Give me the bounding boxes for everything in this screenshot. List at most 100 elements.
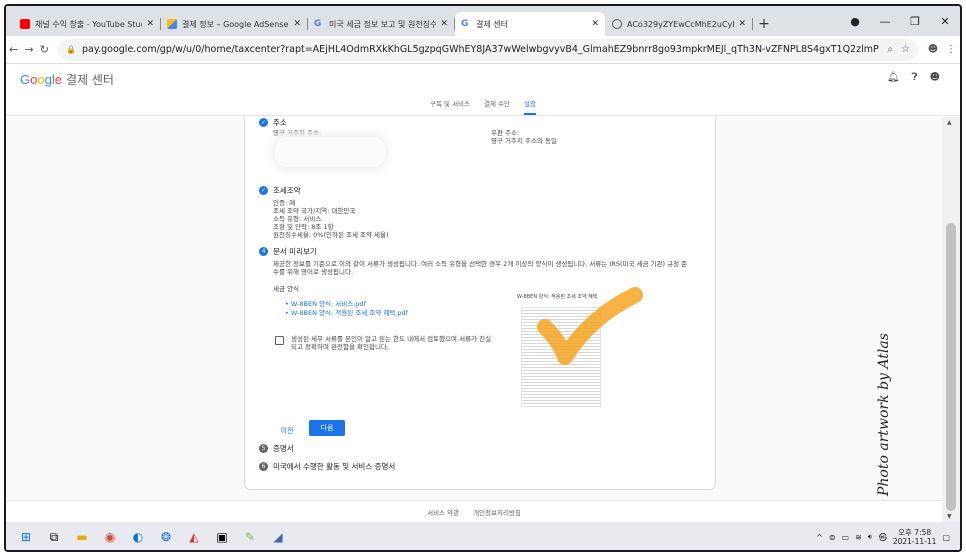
step-tax-treaty[interactable]: ✓ 조세조약 xyxy=(259,185,301,196)
help-icon[interactable]: ❓︎ xyxy=(912,72,918,83)
address-bar[interactable]: 🔒 pay.google.com/gp/w/u/0/home/taxcenter… xyxy=(57,38,918,61)
step-number: 6 xyxy=(259,462,268,471)
app-icon[interactable]: ❂ xyxy=(154,526,178,548)
lock-icon[interactable]: 🔒 xyxy=(66,45,76,54)
url-text: pay.google.com/gp/w/u/0/home/taxcenter?r… xyxy=(81,44,879,55)
taskbar: ⊞ ⧉ ▬ ◉ ◐ ❂ ◭ ▣ ✎ ◢ ^ ⊜ ▭ ≋ 🔉︎ ㉿ 오후 7:58… xyxy=(6,522,960,550)
adsense-icon xyxy=(167,19,177,29)
app-icon[interactable]: ◭ xyxy=(182,526,206,548)
close-icon[interactable]: ✕ xyxy=(738,19,746,29)
redacted-address xyxy=(275,137,385,167)
tax-form-card: ✓ 주소 영구 거주지 주소: 우편 주소: 영구 거주지 주소와 동일 ✓ 조… xyxy=(244,117,716,490)
forward-icon[interactable]: → xyxy=(21,43,36,56)
volume-icon[interactable]: 🔉︎ xyxy=(868,532,873,542)
step-title: 주소 xyxy=(273,118,287,127)
prev-button[interactable]: 이전 xyxy=(275,424,299,438)
system-tray: ^ ⊜ ▭ ≋ 🔉︎ ㉿ 오후 7:58 2021-11-11 ▢ xyxy=(816,522,950,550)
tab-label: 결제 센터 xyxy=(476,19,508,29)
tab-label: 미국 세금 정보 보고 및 원천징수 xyxy=(329,19,437,29)
battery-icon[interactable]: ▭ xyxy=(842,533,850,542)
browser-window: 채널 수익 창출 - YouTube Studio ✕ 결제 정보 – Goog… xyxy=(4,4,962,552)
clock[interactable]: 오후 7:58 2021-11-11 xyxy=(893,528,937,546)
tab-youtube-studio[interactable]: 채널 수익 창출 - YouTube Studio ✕ xyxy=(14,12,161,36)
step-number: 4 xyxy=(259,247,268,256)
notification-bell-icon[interactable]: 🔔︎ xyxy=(887,72,900,83)
avatar[interactable]: ☻ xyxy=(924,44,942,55)
step-document-preview: 4 문서 미리보기 xyxy=(259,246,317,257)
tab-settings[interactable]: 설정 xyxy=(524,98,536,115)
tab-subscriptions[interactable]: 구독 및 서비스 xyxy=(430,98,470,115)
close-icon[interactable]: ✕ xyxy=(591,19,599,29)
app-title: 결제 센터 xyxy=(65,72,114,87)
scroll-down-icon[interactable]: ▼ xyxy=(947,513,952,520)
step-certificate: 5 증명서 xyxy=(259,443,294,454)
step-address[interactable]: ✓ 주소 xyxy=(259,117,287,128)
privacy-link[interactable]: 개인정보처리방침 xyxy=(473,507,521,517)
reload-icon[interactable]: ↻ xyxy=(37,43,52,56)
terms-link[interactable]: 서비스 약관 xyxy=(427,507,459,517)
google-icon: G xyxy=(461,19,469,29)
bookmark-star-icon[interactable]: ☆ xyxy=(901,44,910,55)
chevron-up-icon[interactable]: ^ xyxy=(816,533,823,542)
mailing-address-value: 영구 거주지 주소와 동일 xyxy=(491,137,557,145)
step-title: 문서 미리보기 xyxy=(273,247,317,256)
minimize-icon[interactable]: — xyxy=(870,15,900,28)
vertical-scrollbar[interactable]: ▲ ▼ xyxy=(942,117,960,522)
clock-date: 2021-11-11 xyxy=(892,537,937,546)
tax-forms-label: 세금 양식 xyxy=(273,285,299,293)
watermark-signature: Photo artwork by Atlas xyxy=(876,333,892,496)
google-icon: G xyxy=(314,19,322,29)
tab-document[interactable]: ACo329yZYEwCcMhE2uCyPSlpf ✕ xyxy=(606,12,753,36)
chrome-icon[interactable]: ◉ xyxy=(98,526,122,548)
avatar[interactable]: ☻ xyxy=(930,72,940,83)
step-us-activities: 6 미국에서 수행한 활동 및 서비스 증명서 xyxy=(259,461,395,472)
treaty-line: 원천징수세율: 0%(인하된 조세 조약 세율) xyxy=(273,231,389,239)
notification-icon[interactable]: ▢ xyxy=(942,533,950,542)
app-header: Google 결제 센터 🔔︎ ❓︎ ☻ xyxy=(6,64,960,94)
app-icon[interactable]: ▣ xyxy=(210,526,234,548)
network-icon[interactable]: ⊜ xyxy=(829,533,836,542)
step-title: 증명서 xyxy=(273,444,294,453)
tab-tax-info[interactable]: G 미국 세금 정보 보고 및 원천징수 ✕ xyxy=(308,12,455,36)
youtube-icon xyxy=(20,19,30,29)
confirm-text: 되고 정확하며 완전함을 확인합니다. xyxy=(291,343,389,351)
task-view-icon[interactable]: ⧉ xyxy=(42,526,66,548)
close-icon[interactable]: ✕ xyxy=(146,19,154,29)
checkmark-icon xyxy=(537,287,643,365)
window-controls: ● — ❐ ✕ xyxy=(840,6,960,36)
tab-adsense[interactable]: 결제 정보 – Google AdSense ✕ xyxy=(161,12,308,36)
tab-label: 채널 수익 창출 - YouTube Studio xyxy=(35,19,143,29)
zoom-icon[interactable]: ⌕ xyxy=(887,44,893,55)
preview-description: 수를 위해 영어로 생성됩니다. xyxy=(273,268,354,276)
maximize-icon[interactable]: ❐ xyxy=(900,15,930,28)
tax-form-link[interactable]: W-8BEN 양식: 적용된 조세 조약 혜택.pdf xyxy=(285,307,408,317)
scroll-thumb[interactable] xyxy=(946,223,956,511)
file-explorer-icon[interactable]: ▬ xyxy=(70,526,94,548)
new-tab-button[interactable]: + xyxy=(753,12,775,36)
back-icon[interactable]: ← xyxy=(6,43,21,56)
browser-toolbar: ← → ↻ 🔒 pay.google.com/gp/w/u/0/home/tax… xyxy=(6,36,960,64)
check-circle-icon: ✓ xyxy=(259,118,268,127)
tab-payment-methods[interactable]: 결제 수단 xyxy=(484,98,510,115)
profile-icon[interactable]: ● xyxy=(840,15,870,28)
google-logo[interactable]: Google xyxy=(20,72,62,87)
scroll-up-icon[interactable]: ▲ xyxy=(947,119,952,126)
tab-label: ACo329yZYEwCcMhE2uCyPSlpf xyxy=(627,19,734,29)
app-icon[interactable]: ◢ xyxy=(266,526,290,548)
app-icon[interactable]: ✎ xyxy=(238,526,262,548)
close-icon[interactable]: ✕ xyxy=(293,19,301,29)
windows-start-icon[interactable]: ⊞ xyxy=(14,526,38,548)
menu-icon[interactable]: ⋮ xyxy=(942,44,960,55)
edge-icon[interactable]: ◐ xyxy=(126,526,150,548)
clock-time: 오후 7:58 xyxy=(898,528,932,537)
confirm-checkbox[interactable] xyxy=(275,336,284,345)
globe-icon xyxy=(612,19,622,29)
next-button[interactable]: 다음 xyxy=(309,420,345,436)
close-icon[interactable]: ✕ xyxy=(440,19,448,29)
close-window-icon[interactable]: ✕ xyxy=(930,15,960,28)
step-number: 5 xyxy=(259,444,268,453)
wifi-icon[interactable]: ≋ xyxy=(855,533,862,542)
tab-payments-center[interactable]: G 결제 센터 ✕ xyxy=(455,12,605,36)
ime-icon[interactable]: ㉿ xyxy=(879,532,887,543)
tab-label: 결제 정보 – Google AdSense xyxy=(182,19,289,29)
